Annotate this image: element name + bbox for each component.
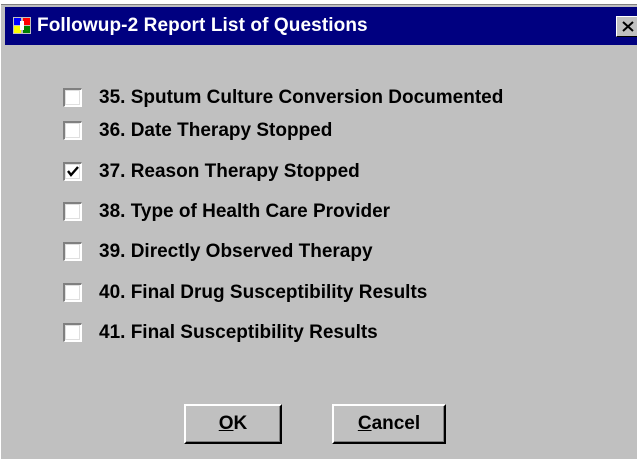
question-checkbox-40[interactable]: [63, 283, 82, 302]
title-bar[interactable]: Followup-2 Report List of Questions: [5, 7, 637, 45]
question-checkbox-38[interactable]: [63, 202, 82, 221]
question-checkbox-41[interactable]: [63, 323, 82, 342]
question-checkbox-37[interactable]: [63, 162, 82, 181]
app-icon: [13, 17, 31, 34]
question-label-36[interactable]: 36. Date Therapy Stopped: [99, 119, 332, 143]
question-label-39[interactable]: 39. Directly Observed Therapy: [99, 240, 373, 264]
question-label-41[interactable]: 41. Final Susceptibility Results: [99, 321, 378, 345]
cancel-button[interactable]: Cancel: [332, 404, 446, 444]
close-icon: [622, 21, 634, 32]
cancel-mnemonic: C: [357, 413, 372, 434]
close-button[interactable]: [616, 16, 637, 37]
ok-mnemonic: O: [218, 413, 234, 434]
question-label-37[interactable]: 37. Reason Therapy Stopped: [99, 160, 360, 184]
window-top-edge: [1, 0, 637, 5]
dialog-window: Followup-2 Report List of Questions 35. …: [0, 0, 637, 459]
window-title: Followup-2 Report List of Questions: [37, 15, 368, 36]
checkmark-icon: [67, 166, 79, 177]
question-checkbox-36[interactable]: [63, 121, 82, 140]
ok-button[interactable]: OK: [184, 404, 282, 444]
question-checkbox-39[interactable]: [63, 242, 82, 261]
question-label-38[interactable]: 38. Type of Health Care Provider: [99, 200, 390, 224]
question-checkbox-35[interactable]: [63, 88, 82, 107]
ok-label: K: [233, 413, 248, 434]
question-label-35[interactable]: 35. Sputum Culture Conversion Documented: [99, 86, 503, 110]
cancel-label: ancel: [371, 413, 421, 434]
question-label-40[interactable]: 40. Final Drug Susceptibility Results: [99, 281, 427, 305]
